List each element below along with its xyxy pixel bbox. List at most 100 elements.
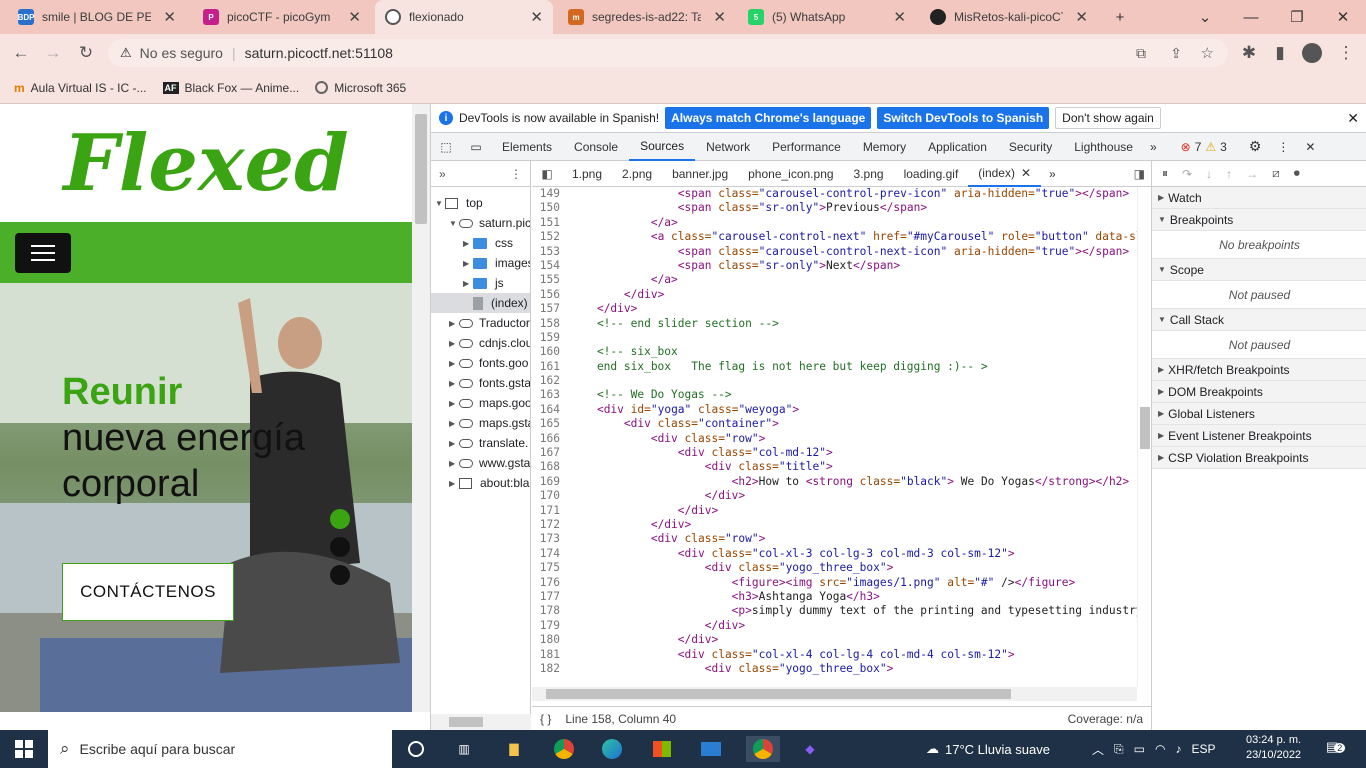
line-number[interactable]: 154 xyxy=(532,259,570,273)
menu-icon[interactable]: ⋮ xyxy=(1333,41,1359,65)
devtools-tab-security[interactable]: Security xyxy=(998,133,1063,161)
notifications-icon[interactable]: ▤2 xyxy=(1326,739,1346,755)
line-number[interactable]: 160 xyxy=(532,345,570,359)
navigator-item[interactable]: ▶ css xyxy=(431,233,530,253)
bookmark-star-icon[interactable]: ☆ xyxy=(1201,44,1214,62)
cortana-icon[interactable] xyxy=(402,736,430,762)
line-number[interactable]: 164 xyxy=(532,403,570,417)
step-over-icon[interactable]: ↷ xyxy=(1182,167,1192,181)
close-file-icon[interactable]: ✕ xyxy=(1021,166,1031,180)
devtools-tab-memory[interactable]: Memory xyxy=(852,133,917,161)
line-number[interactable]: 168 xyxy=(532,460,570,474)
usb-icon[interactable]: ⎘ xyxy=(1114,742,1124,757)
browser-tab[interactable]: PpicoCTF - picoGym ✕ xyxy=(193,0,371,34)
navigator-item[interactable]: ▶ Traductor xyxy=(431,313,530,333)
line-number[interactable]: 162 xyxy=(532,374,570,388)
browser-tab[interactable]: BDP smile | BLOG DE PELIS ✕ xyxy=(8,0,186,34)
kebab-menu-icon[interactable]: ⋮ xyxy=(510,167,522,181)
code-line[interactable]: 160 <!-- six_box xyxy=(532,345,1137,359)
dont-show-button[interactable]: Don't show again xyxy=(1055,107,1161,129)
line-number[interactable]: 176 xyxy=(532,576,570,590)
line-number[interactable]: 152 xyxy=(532,230,570,244)
close-icon[interactable]: ✕ xyxy=(1347,110,1359,127)
line-number[interactable]: 171 xyxy=(532,504,570,518)
code-line[interactable]: 157 </div> xyxy=(532,302,1137,316)
line-number[interactable]: 149 xyxy=(532,187,570,201)
issues-counter[interactable]: ⊗ 7 ⚠ 3 xyxy=(1181,140,1227,154)
chrome-active-icon[interactable] xyxy=(746,736,780,762)
volume-icon[interactable]: ♪ xyxy=(1175,742,1181,756)
chevron-down-icon[interactable]: ⌄ xyxy=(1182,0,1228,34)
code-line[interactable]: 172 </div> xyxy=(532,518,1137,532)
chrome-icon[interactable] xyxy=(550,736,578,762)
app-icon[interactable]: ◆ xyxy=(796,736,824,762)
site-logo[interactable]: Flexed xyxy=(0,104,412,222)
line-number[interactable]: 179 xyxy=(532,619,570,633)
tab-close-icon[interactable]: ✕ xyxy=(163,8,176,26)
file-tab[interactable]: 1.png xyxy=(562,161,612,187)
tab-close-icon[interactable]: ✕ xyxy=(530,8,543,26)
line-number[interactable]: 158 xyxy=(532,317,570,331)
navigator-item[interactable]: ▶ js xyxy=(431,273,530,293)
line-number[interactable]: 172 xyxy=(532,518,570,532)
step-out-icon[interactable]: ↑ xyxy=(1226,167,1232,181)
code-line[interactable]: 149 <span class="carousel-control-prev-i… xyxy=(532,187,1137,201)
line-number[interactable]: 159 xyxy=(532,331,570,345)
windows-start-icon[interactable] xyxy=(10,736,38,762)
toggle-navigator-icon[interactable]: ◧ xyxy=(532,167,562,181)
expand-icon[interactable]: » xyxy=(439,167,446,181)
navigator-item[interactable]: ▶ maps.goo xyxy=(431,393,530,413)
line-number[interactable]: 180 xyxy=(532,633,570,647)
file-tab[interactable]: phone_icon.png xyxy=(738,161,843,187)
hamburger-menu-button[interactable] xyxy=(15,233,71,273)
code-line[interactable]: 163 <!-- We Do Yogas --> xyxy=(532,388,1137,402)
file-explorer-icon[interactable]: ▇ xyxy=(500,736,528,762)
more-files-icon[interactable]: » xyxy=(1041,167,1064,181)
devtools-tab-performance[interactable]: Performance xyxy=(761,133,852,161)
line-number[interactable]: 163 xyxy=(532,388,570,402)
line-number[interactable]: 166 xyxy=(532,432,570,446)
devtools-tab-lighthouse[interactable]: Lighthouse xyxy=(1063,133,1144,161)
taskbar-search[interactable]: ⌕ Escribe aquí para buscar xyxy=(48,730,392,768)
wifi-icon[interactable]: ◠ xyxy=(1155,742,1165,756)
scrollbar-thumb[interactable] xyxy=(1140,407,1150,449)
navigator-item[interactable]: ▼ saturn.pic xyxy=(431,213,530,233)
code-hscroll[interactable] xyxy=(532,687,1137,701)
restore-icon[interactable]: ❐ xyxy=(1274,0,1320,34)
switch-language-button[interactable]: Switch DevTools to Spanish xyxy=(877,107,1050,129)
line-number[interactable]: 151 xyxy=(532,216,570,230)
side-panel-icon[interactable]: ▮ xyxy=(1267,41,1293,65)
code-line[interactable]: 153 <span class="carousel-control-next-i… xyxy=(532,245,1137,259)
debugger-section-call-stack[interactable]: ▼ Call Stack xyxy=(1152,309,1366,331)
contact-button[interactable]: CONTÁCTENOS xyxy=(62,563,234,621)
code-line[interactable]: 156 </div> xyxy=(532,288,1137,302)
code-line[interactable]: 168 <div class="title"> xyxy=(532,460,1137,474)
page-scrollbar[interactable] xyxy=(412,104,430,712)
file-tab[interactable]: loading.gif xyxy=(894,161,969,187)
settings-gear-icon[interactable]: ⚙ xyxy=(1249,138,1262,155)
line-number[interactable]: 177 xyxy=(532,590,570,604)
debugger-section-xhr-fetch-breakpoints[interactable]: ▶ XHR/fetch Breakpoints xyxy=(1152,359,1366,381)
line-number[interactable]: 150 xyxy=(532,201,570,215)
tab-close-icon[interactable]: ✕ xyxy=(348,8,361,26)
deactivate-breakpoints-icon[interactable]: ⧄ xyxy=(1272,166,1280,181)
devtools-tab-elements[interactable]: Elements xyxy=(491,133,563,161)
code-line[interactable]: 181 <div class="col-xl-4 col-lg-4 col-md… xyxy=(532,648,1137,662)
browser-tab[interactable]: 5 (5) WhatsApp ✕ xyxy=(738,0,916,34)
address-bar[interactable]: ⚠ No es seguro | saturn.picoctf.net:5110… xyxy=(108,39,1228,67)
code-line[interactable]: 154 <span class="sr-only">Next</span> xyxy=(532,259,1137,273)
code-line[interactable]: 159 xyxy=(532,331,1137,345)
line-number[interactable]: 155 xyxy=(532,273,570,287)
navigator-item[interactable]: ▶ maps.gsta xyxy=(431,413,530,433)
step-into-icon[interactable]: ↓ xyxy=(1206,167,1212,181)
device-toolbar-icon[interactable]: ▭ xyxy=(461,140,491,154)
debugger-section-scope[interactable]: ▼ Scope xyxy=(1152,259,1366,281)
bookmark-microsoft365[interactable]: Microsoft 365 xyxy=(315,81,406,95)
language-indicator[interactable]: ESP xyxy=(1191,742,1215,756)
pause-icon[interactable]: ⏸ xyxy=(1162,166,1168,181)
browser-tab[interactable]: m segredes-is-ad22: Tare ✕ xyxy=(558,0,736,34)
mail-icon[interactable] xyxy=(697,736,725,762)
code-line[interactable]: 173 <div class="row"> xyxy=(532,532,1137,546)
file-tab[interactable]: banner.jpg xyxy=(662,161,738,187)
inspect-icon[interactable]: ⬚ xyxy=(431,140,461,154)
